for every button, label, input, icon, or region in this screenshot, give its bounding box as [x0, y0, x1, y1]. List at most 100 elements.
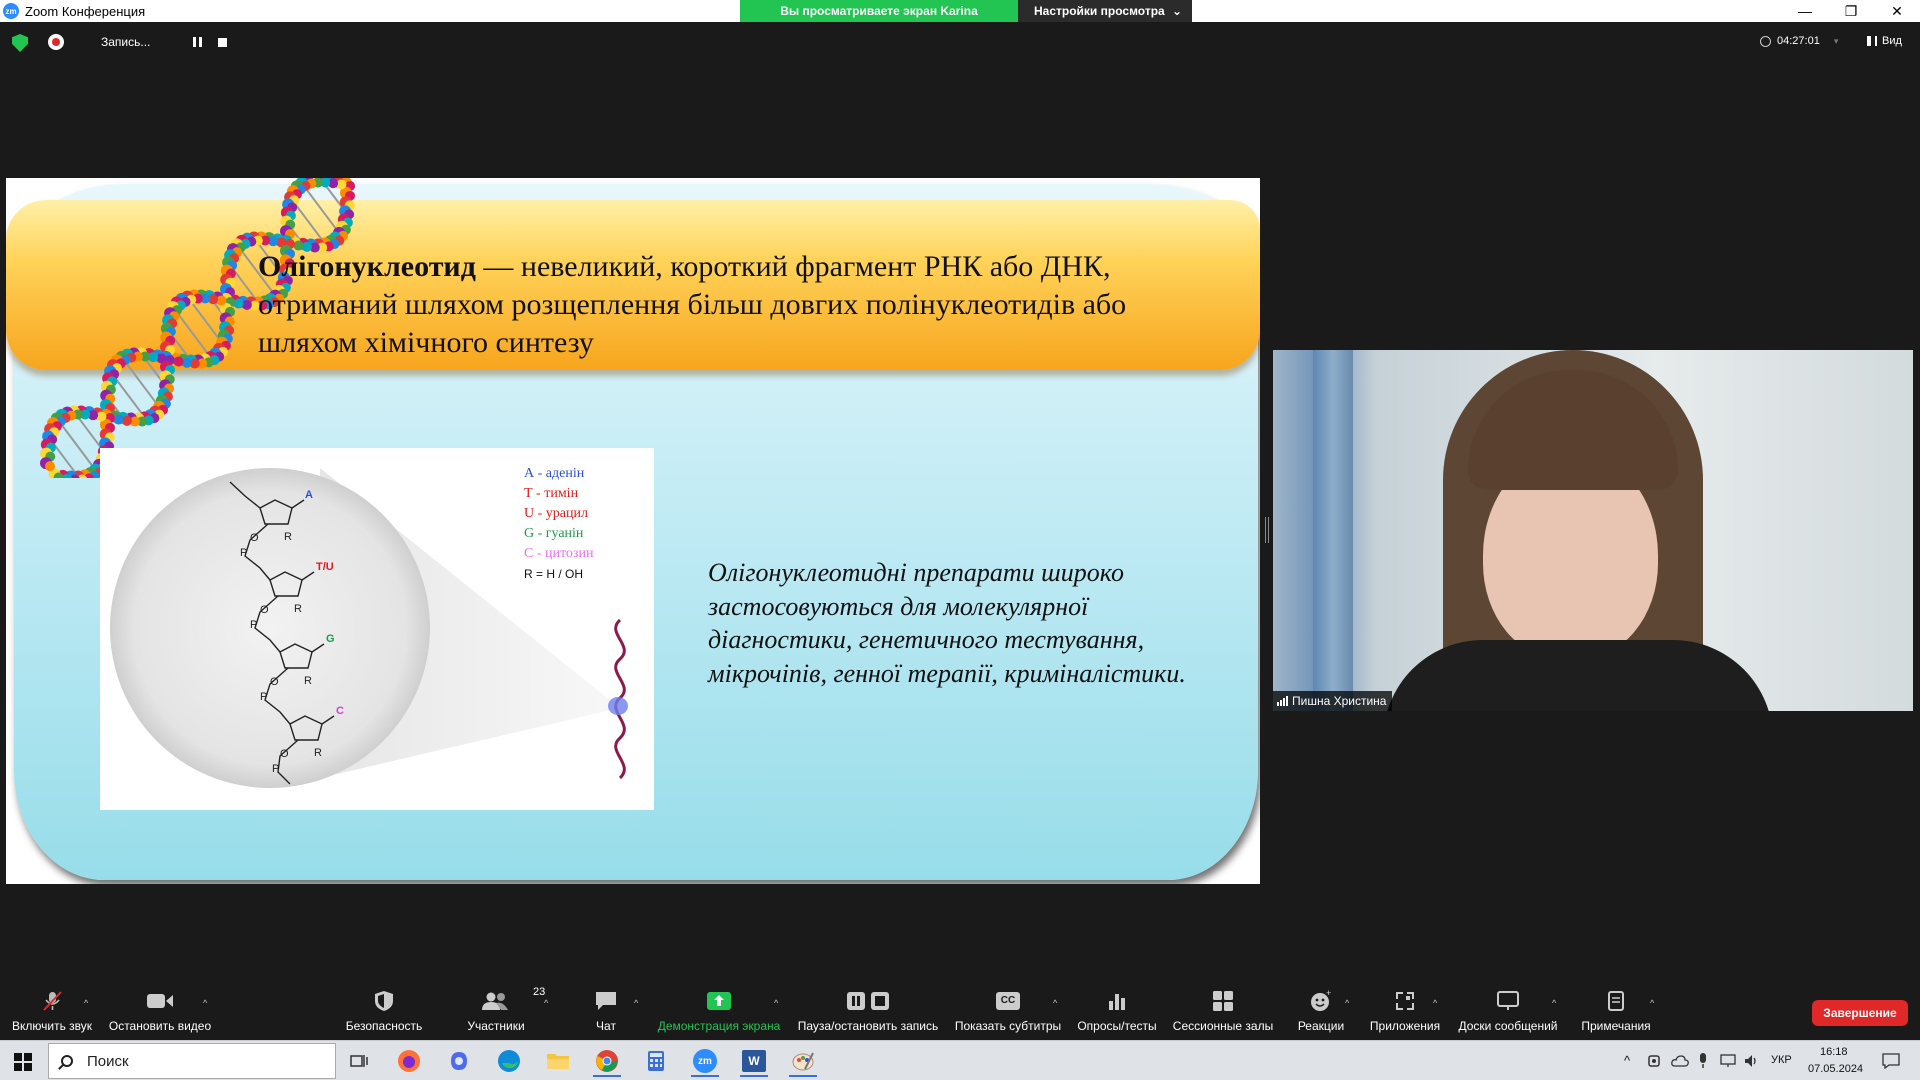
oxygen-label: O	[250, 532, 259, 544]
calculator-icon[interactable]	[636, 1045, 676, 1077]
apps-label: Приложения	[1369, 1019, 1441, 1033]
apps-button[interactable]: Приложения	[1368, 982, 1442, 1040]
apps-caret-icon[interactable]: ^	[1433, 998, 1437, 1008]
share-options-caret-icon[interactable]: ^	[774, 998, 778, 1008]
notes-label: Примечания	[1581, 1019, 1651, 1033]
security-button[interactable]: Безопасность	[343, 982, 425, 1040]
whiteboard-icon	[1497, 990, 1519, 1012]
whiteboards-caret-icon[interactable]: ^	[1552, 998, 1556, 1008]
unmute-button[interactable]: Включить звук	[10, 982, 94, 1040]
slide-description: Олігонуклеотидні препарати широко застос…	[708, 558, 1186, 688]
video-options-caret-icon[interactable]: ^	[203, 998, 207, 1008]
legend-item: U - урацил	[524, 506, 588, 521]
taskbar-clock-time[interactable]: 16:18	[1820, 1046, 1848, 1058]
slide-title-term: Олігонуклеотид	[258, 250, 476, 283]
chevron-down-icon: ⌄	[1171, 4, 1182, 18]
zoom-taskbar-icon[interactable]: zm	[685, 1045, 725, 1077]
restore-button[interactable]: ❐	[1828, 0, 1874, 22]
legend-item: C - цитозин	[524, 546, 594, 561]
polls-button[interactable]: Опросы/тесты	[1077, 982, 1157, 1040]
zoom-taskbar-badge: zm	[693, 1049, 717, 1073]
breakout-rooms-button[interactable]: Сессионные залы	[1173, 982, 1273, 1040]
view-settings-button[interactable]: Настройки просмотра ⌄	[1018, 0, 1192, 22]
volume-icon[interactable]	[1740, 1045, 1764, 1077]
r-group-label: R	[284, 531, 292, 543]
edge-icon[interactable]	[489, 1045, 529, 1077]
share-screen-icon	[706, 990, 732, 1012]
participants-caret-icon[interactable]: ^	[544, 998, 548, 1008]
phosphorus-label: P	[272, 763, 279, 775]
pause-stop-recording-button[interactable]: Пауза/остановить запись	[797, 982, 939, 1040]
view-button[interactable]: Вид	[1867, 35, 1902, 47]
tray-app-icon[interactable]	[1642, 1045, 1666, 1077]
search-placeholder: Поиск	[87, 1052, 129, 1070]
close-button[interactable]: ✕	[1874, 0, 1920, 22]
task-view-icon[interactable]	[339, 1045, 379, 1077]
legend-item: А - аденін	[524, 466, 585, 481]
chat-button[interactable]: Чат	[586, 982, 626, 1040]
word-icon[interactable]: W	[734, 1045, 774, 1077]
meeting-top-bar: Запись... 04:27:01 ▾ Вид	[0, 22, 1920, 64]
notes-caret-icon[interactable]: ^	[1650, 998, 1654, 1008]
minimize-button[interactable]: —	[1782, 0, 1828, 22]
zoom-logo-icon: zm	[3, 3, 19, 19]
phosphorus-label: P	[240, 547, 247, 559]
meeting-timer[interactable]: 04:27:01 ▾	[1760, 35, 1838, 47]
network-icon[interactable]	[1716, 1045, 1740, 1077]
split-view-resize-handle[interactable]	[1265, 517, 1269, 543]
taskbar-search-input[interactable]: Поиск	[48, 1043, 336, 1079]
breakout-rooms-label: Сессионные залы	[1172, 1019, 1274, 1033]
whiteboards-label: Доски сообщений	[1458, 1019, 1558, 1033]
word-taskbar-badge: W	[742, 1050, 766, 1072]
tray-chevron-up-icon[interactable]: ^	[1624, 1053, 1630, 1068]
pause-recording-icon[interactable]	[193, 37, 202, 47]
notes-button[interactable]: Примечания	[1578, 982, 1654, 1040]
share-screen-button[interactable]: Демонстрация экрана	[658, 982, 780, 1040]
copilot-icon[interactable]	[439, 1045, 479, 1077]
show-captions-button[interactable]: CC Показать субтитры	[955, 982, 1061, 1040]
end-meeting-button[interactable]: Завершение	[1812, 1000, 1908, 1026]
windows-start-icon[interactable]	[14, 1053, 32, 1071]
view-label: Вид	[1882, 35, 1902, 47]
paint-icon[interactable]	[783, 1045, 823, 1077]
whiteboards-button[interactable]: Доски сообщений	[1456, 982, 1560, 1040]
share-banner: Вы просматриваете экран Karina Torokhtii…	[740, 0, 1192, 40]
windows-taskbar: Поиск zm W ^ УКР 16:18 07.05.2024	[0, 1040, 1920, 1080]
file-explorer-icon[interactable]	[538, 1045, 578, 1077]
reactions-button[interactable]: + Реакции	[1298, 982, 1344, 1040]
reactions-caret-icon[interactable]: ^	[1345, 998, 1349, 1008]
legend-item: G - гуанін	[524, 526, 584, 541]
oxygen-label: O	[270, 676, 279, 688]
participants-button[interactable]: 23 Участники	[460, 982, 545, 1040]
firefox-icon[interactable]	[389, 1045, 429, 1077]
chrome-icon[interactable]	[587, 1045, 627, 1077]
pause-stop-recording-label: Пауза/остановить запись	[797, 1019, 939, 1033]
participants-count: 23	[533, 986, 546, 998]
r-group-label: R	[304, 675, 312, 687]
captions-caret-icon[interactable]: ^	[1053, 998, 1057, 1008]
slide-title: Олігонуклеотид — невеликий, короткий фра…	[258, 248, 1218, 362]
onedrive-cloud-icon[interactable]	[1668, 1045, 1692, 1077]
base-tu-label: T/U	[316, 561, 334, 573]
notifications-icon[interactable]	[1876, 1045, 1906, 1077]
timer-value: 04:27:01	[1777, 35, 1820, 47]
stop-video-label: Остановить видео	[108, 1019, 212, 1033]
captions-badge: CC	[996, 992, 1020, 1010]
participant-video-tile[interactable]: Пишна Христина	[1273, 350, 1913, 711]
base-c-label: C	[336, 705, 344, 717]
participant-name-tag: Пишна Христина	[1273, 691, 1393, 711]
taskbar-clock-date[interactable]: 07.05.2024	[1808, 1063, 1863, 1075]
microphone-icon[interactable]	[1692, 1045, 1714, 1077]
chat-caret-icon[interactable]: ^	[634, 998, 638, 1008]
share-screen-label: Демонстрация экрана	[657, 1019, 781, 1033]
view-layout-icon	[1867, 36, 1877, 46]
security-shield-icon[interactable]	[12, 34, 28, 52]
stop-recording-icon[interactable]	[218, 38, 227, 47]
legend-item: R = H / OH	[524, 567, 584, 581]
audio-options-caret-icon[interactable]: ^	[84, 998, 88, 1008]
app-title: Zoom Конференция	[25, 3, 146, 19]
shield-icon	[374, 990, 394, 1012]
keyboard-language[interactable]: УКР	[1771, 1054, 1792, 1066]
closed-captions-icon: CC	[996, 990, 1020, 1012]
stop-video-button[interactable]: Остановить видео	[108, 982, 212, 1040]
